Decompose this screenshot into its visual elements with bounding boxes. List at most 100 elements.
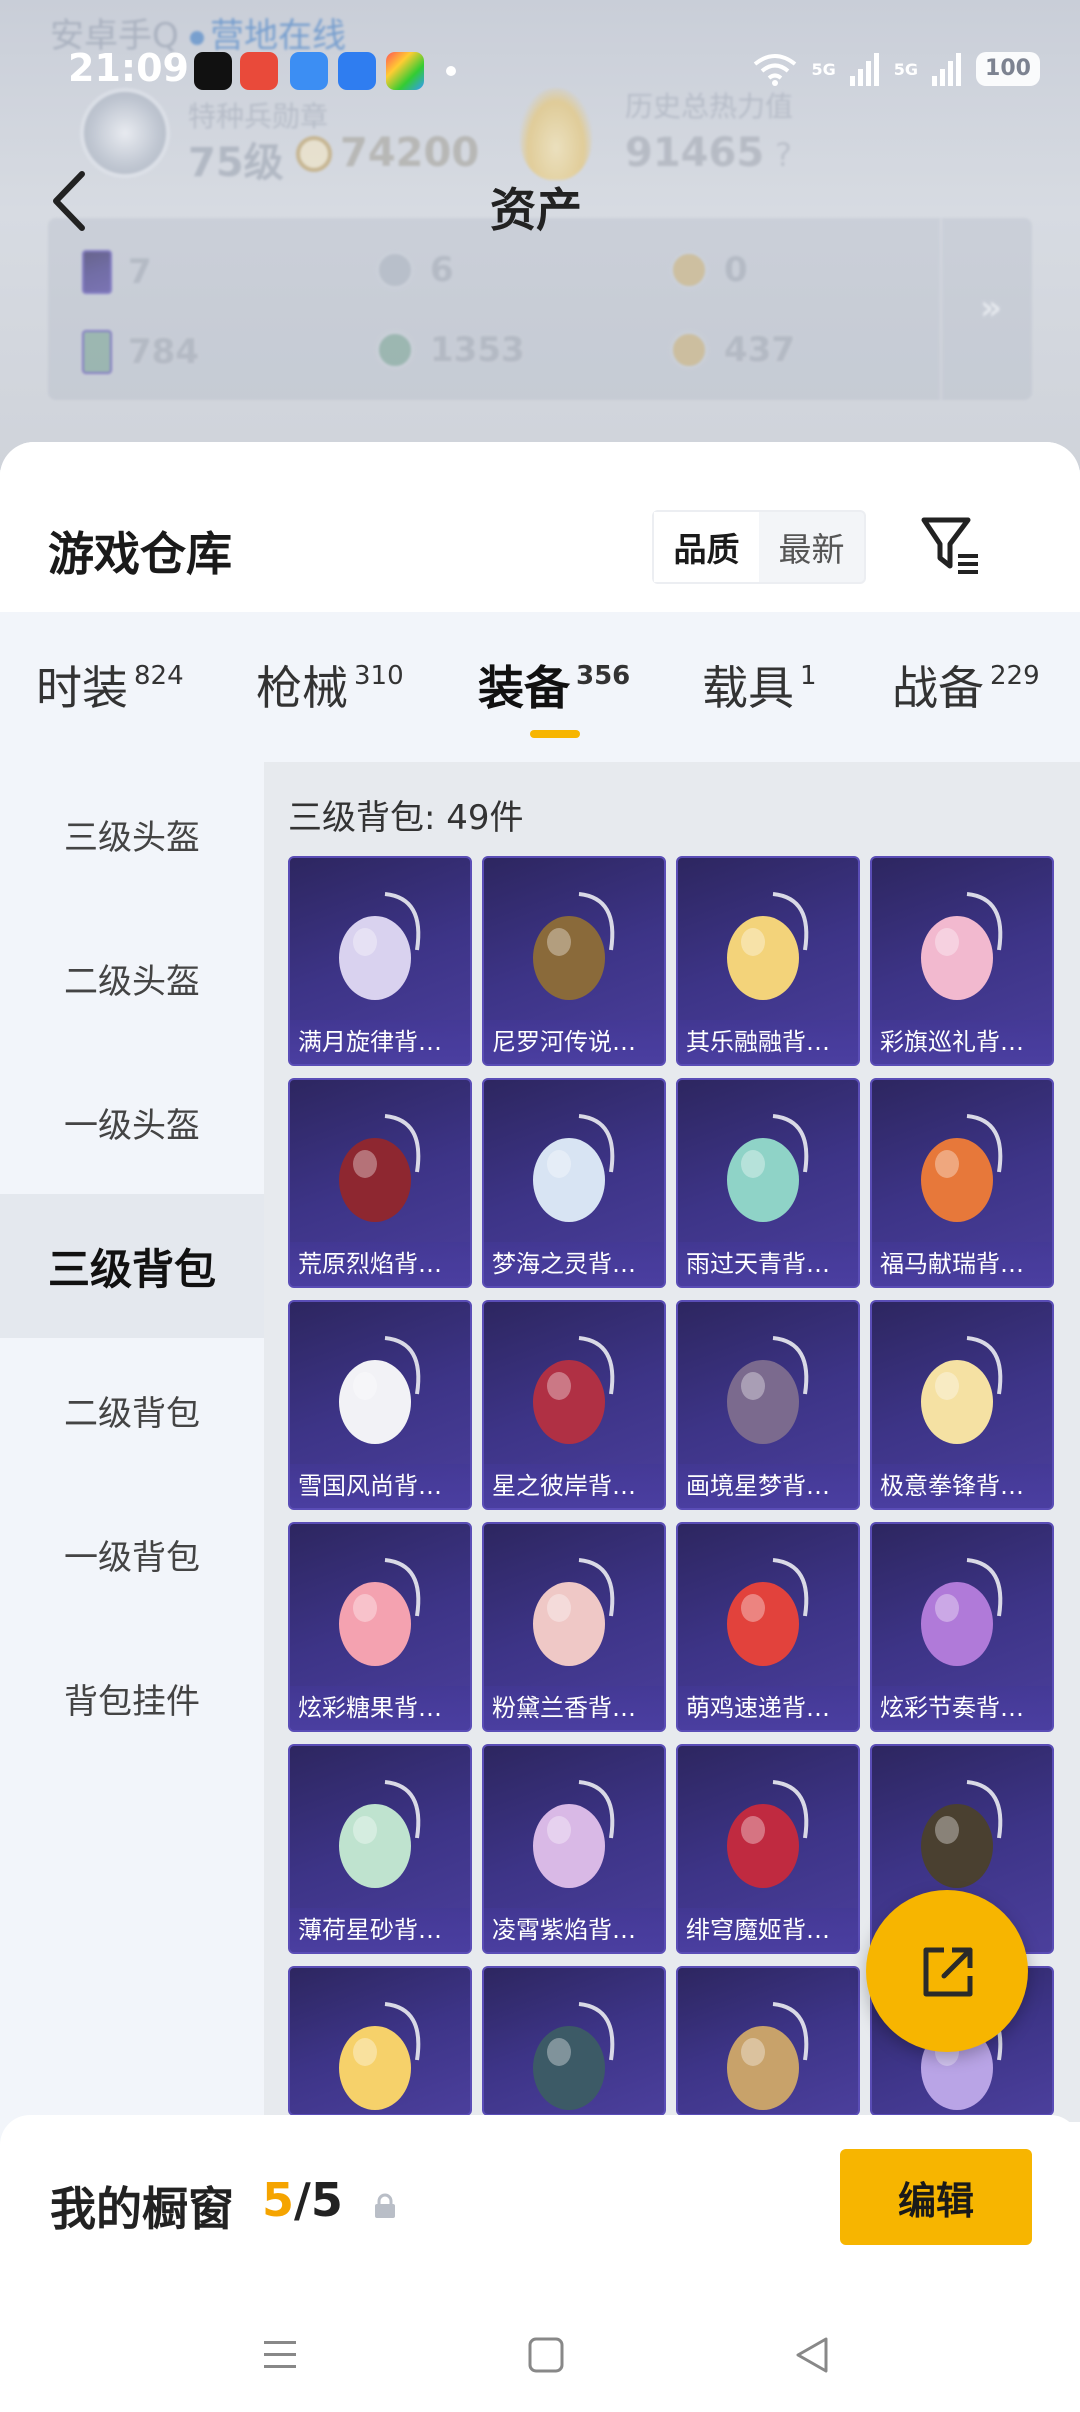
tab-equipment[interactable]: 装备 356: [478, 652, 630, 718]
showcase-separator: /: [294, 2173, 311, 2227]
category-tabs: 时装 824 枪械 310 装备 356 载具 1 战备 229: [0, 612, 1080, 762]
showcase-bar: 我的橱窗 5/5 编辑: [0, 2115, 1080, 2295]
backpack-image-icon: [533, 1780, 615, 1888]
heat-flame-icon: [520, 88, 592, 180]
item-name-label: 绯穹魔姬背包...: [678, 1908, 858, 1952]
item-name-label: 福马献瑞背包...: [872, 1242, 1052, 1286]
backpack-image-icon: [533, 1558, 615, 1666]
filter-icon[interactable]: [920, 514, 980, 576]
more-assets-icon[interactable]: »: [980, 288, 1002, 328]
backpack-image-icon: [727, 1114, 809, 1222]
item-name-label: 极意拳锋背包...: [872, 1464, 1052, 1508]
item-name-label: 雪国风尚背包...: [290, 1464, 470, 1508]
warehouse-header: 游戏仓库 品质 最新: [0, 442, 1080, 612]
status-time: 21:09: [68, 46, 189, 90]
backpack-image-icon: [921, 892, 1003, 1000]
backpack-item-card[interactable]: 彩旗巡礼背包...: [870, 856, 1054, 1066]
sidebar-item-backpack-charm[interactable]: 背包挂件: [0, 1626, 264, 1770]
showcase-total: 5: [310, 2173, 343, 2227]
bronze-coin-icon: [670, 331, 708, 369]
backpack-item-card[interactable]: [482, 1966, 666, 2116]
profile-hero: 安卓手Q 营地在线 特种兵勋章 75级 74200 历史总热力值 91465 ?…: [0, 0, 1080, 470]
tab-count: 824: [134, 661, 184, 691]
gold-coin-icon: [670, 251, 708, 289]
backpack-item-card[interactable]: [676, 1966, 860, 2116]
asset-item: 7: [82, 250, 152, 294]
green-coin-icon: [376, 331, 414, 369]
item-name-label: 炫彩节奏背包...: [872, 1686, 1052, 1730]
tab-label: 装备: [478, 661, 570, 715]
backpack-image-icon: [921, 1114, 1003, 1222]
backpack-item-card[interactable]: 画境星梦背包...: [676, 1300, 860, 1510]
backpack-item-card[interactable]: 凌霄紫焰背包...: [482, 1744, 666, 1954]
tab-fashion[interactable]: 时装 824: [36, 652, 184, 718]
player-points: 74200: [340, 130, 480, 176]
asset-item: 784: [82, 330, 199, 374]
asset-item: 0: [670, 250, 748, 290]
signal-2-label: 5G: [893, 59, 918, 79]
showcase-current: 5: [262, 2173, 295, 2227]
gallery-app-icon: [386, 52, 424, 90]
edit-button[interactable]: 编辑: [840, 2149, 1032, 2245]
back-arrow-icon[interactable]: [48, 170, 88, 232]
item-name-label: 薄荷星砂背包...: [290, 1908, 470, 1952]
backpack-item-card[interactable]: 雪国风尚背包...: [288, 1300, 472, 1510]
menu-icon[interactable]: [250, 2325, 310, 2385]
backpack-image-icon: [921, 1336, 1003, 1444]
backpack-item-card[interactable]: 极意拳锋背包...: [870, 1300, 1054, 1510]
backpack-image-icon: [533, 1336, 615, 1444]
backpack-item-card[interactable]: 薄荷星砂背包...: [288, 1744, 472, 1954]
tab-combat-gear[interactable]: 战备 229: [892, 652, 1040, 718]
item-name-label: 萌鸡速递背包...: [678, 1686, 858, 1730]
backpack-item-card[interactable]: 尼罗河传说背...: [482, 856, 666, 1066]
backpack-image-icon: [921, 1558, 1003, 1666]
backpack-item-card[interactable]: 满月旋律背包...: [288, 856, 472, 1066]
silver-coin-icon: [376, 251, 414, 289]
help-icon: ?: [775, 136, 792, 174]
backpack-item-card[interactable]: 萌鸡速递背包...: [676, 1522, 860, 1732]
backpack-item-card[interactable]: 荒原烈焰背包...: [288, 1078, 472, 1288]
item-name-label: 凌霄紫焰背包...: [484, 1908, 664, 1952]
backpack-image-icon: [533, 1114, 615, 1222]
backpack-image-icon: [339, 892, 421, 1000]
showcase-count: 5/5: [262, 2173, 343, 2227]
backpack-image-icon: [339, 1558, 421, 1666]
green-card-icon: [82, 330, 112, 374]
asset-value: 6: [430, 250, 454, 290]
sort-latest-button[interactable]: 最新: [759, 512, 864, 582]
signal-2-icon: [932, 53, 961, 86]
backpack-item-card[interactable]: 其乐融融背包...: [676, 856, 860, 1066]
backpack-item-card[interactable]: 粉黛兰香背包...: [482, 1522, 666, 1732]
asset-item: 1353: [376, 330, 525, 370]
backpack-item-card[interactable]: 炫彩节奏背包...: [870, 1522, 1054, 1732]
sidebar-item-level2-backpack[interactable]: 二级背包: [0, 1338, 264, 1482]
backpack-item-card[interactable]: 星之彼岸背包...: [482, 1300, 666, 1510]
tab-weapons[interactable]: 枪械 310: [256, 652, 404, 718]
tab-vehicles[interactable]: 载具 1: [702, 652, 817, 718]
sidebar-item-level1-backpack[interactable]: 一级背包: [0, 1482, 264, 1626]
backpack-item-card[interactable]: [288, 1966, 472, 2116]
backpack-item-card[interactable]: 绯穹魔姬背包...: [676, 1744, 860, 1954]
back-nav-icon[interactable]: [782, 2325, 842, 2385]
share-icon: [923, 1947, 973, 1997]
item-name-label: 荒原烈焰背包...: [290, 1242, 470, 1286]
backpack-item-card[interactable]: 梦海之灵背包...: [482, 1078, 666, 1288]
home-icon[interactable]: [516, 2325, 576, 2385]
sidebar-item-level1-helmet[interactable]: 一级头盔: [0, 1050, 264, 1194]
sidebar-item-level3-backpack[interactable]: 三级背包: [0, 1194, 264, 1338]
sidebar-item-level2-helmet[interactable]: 二级头盔: [0, 906, 264, 1050]
asset-item: 437: [670, 330, 795, 370]
backpack-image-icon: [727, 1780, 809, 1888]
share-fab-button[interactable]: [866, 1890, 1028, 2052]
asset-panel[interactable]: 7 6 0 784 1353 437 »: [48, 218, 1032, 400]
signal-1-icon: [849, 53, 879, 86]
backpack-item-card[interactable]: 炫彩糖果背包...: [288, 1522, 472, 1732]
sort-quality-button[interactable]: 品质: [654, 512, 759, 582]
backpack-item-card[interactable]: 福马献瑞背包...: [870, 1078, 1054, 1288]
backpack-image-icon: [727, 1558, 809, 1666]
backpack-item-card[interactable]: 雨过天青背包...: [676, 1078, 860, 1288]
sidebar-item-level3-helmet[interactable]: 三级头盔: [0, 762, 264, 906]
backpack-image-icon: [727, 892, 809, 1000]
backpack-image-icon: [533, 2002, 615, 2110]
subcategory-sidebar: 三级头盔 二级头盔 一级头盔 三级背包 二级背包 一级背包 背包挂件: [0, 762, 264, 2262]
